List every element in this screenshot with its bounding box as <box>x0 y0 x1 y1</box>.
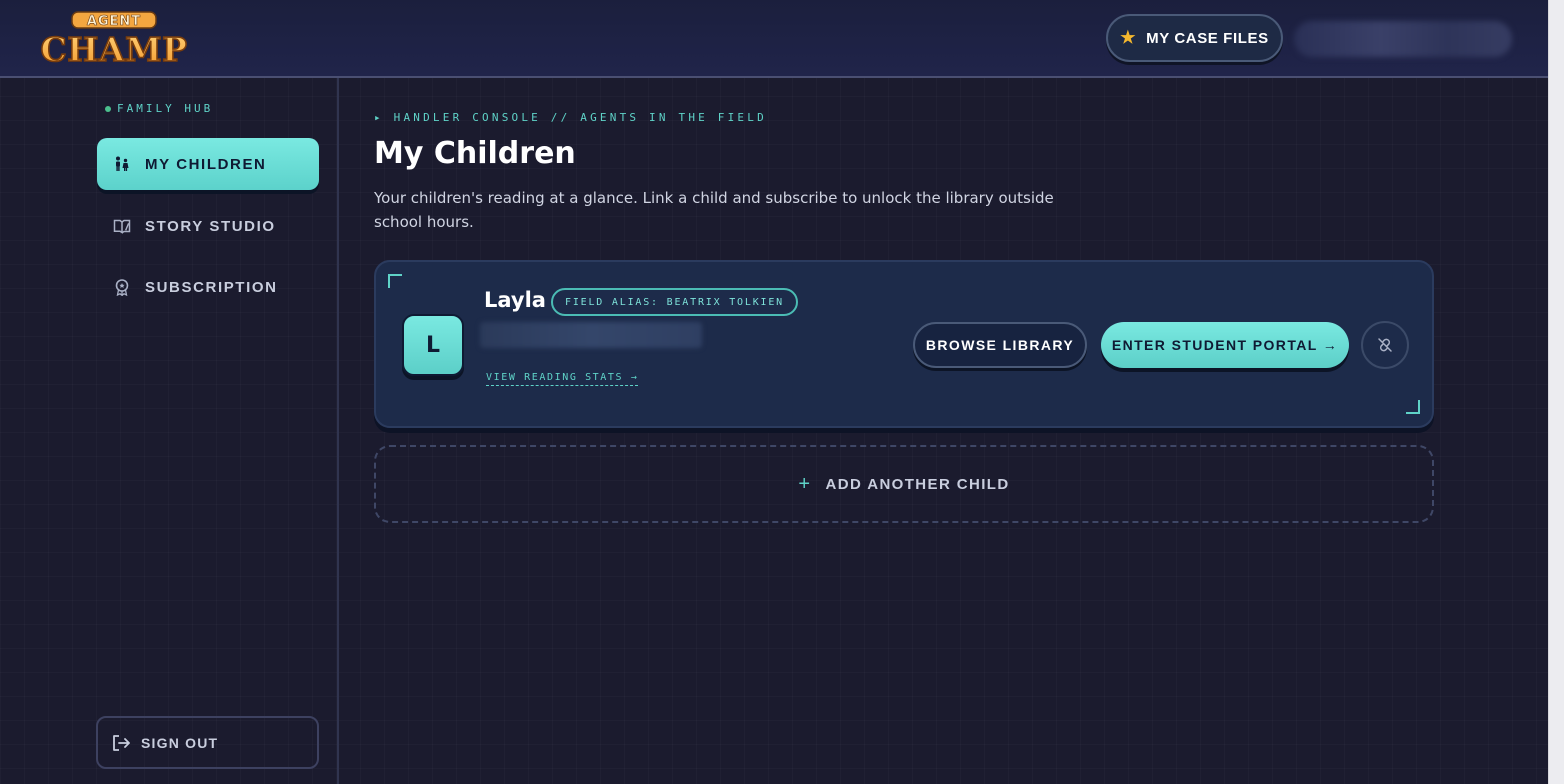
sidebar-item-subscription[interactable]: SUBSCRIPTION <box>97 261 319 313</box>
status-dot-icon <box>105 105 111 112</box>
enter-student-portal-button[interactable]: ENTER STUDENT PORTAL → <box>1101 322 1349 368</box>
child-avatar: L <box>402 314 464 376</box>
page-title: My Children <box>374 136 576 171</box>
breadcrumb: ▸ HANDLER CONSOLE // AGENTS IN THE FIELD <box>374 111 767 124</box>
sidebar-item-label: SUBSCRIPTION <box>145 278 278 296</box>
sidebar: FAMILY HUB MY CHILDREN STORY STUDIO SUBS… <box>0 78 339 784</box>
logo-bottom-text: CHAMP <box>41 30 188 69</box>
star-icon: ★ <box>1120 28 1137 47</box>
unlink-icon <box>1378 338 1392 352</box>
corner-bracket-decoration <box>1406 400 1420 414</box>
add-child-label: ADD ANOTHER CHILD <box>825 475 1010 493</box>
logo-top-text: AGENT <box>87 14 141 29</box>
sidebar-item-my-children[interactable]: MY CHILDREN <box>97 138 319 190</box>
sign-out-label: SIGN OUT <box>141 734 219 751</box>
agent-champ-logo[interactable]: AGENT CHAMP <box>34 9 194 69</box>
unlink-child-button[interactable] <box>1361 321 1409 369</box>
browse-library-button[interactable]: BROWSE LIBRARY <box>913 322 1087 368</box>
sidebar-item-story-studio[interactable]: STORY STUDIO <box>97 200 319 252</box>
field-alias-badge: FIELD ALIAS: BEATRIX TOLKIEN <box>551 288 798 316</box>
sign-out-icon <box>113 734 130 751</box>
account-info-redacted[interactable] <box>1294 21 1512 57</box>
sidebar-item-label: STORY STUDIO <box>145 217 276 235</box>
corner-bracket-decoration <box>388 274 402 288</box>
sign-out-button[interactable]: SIGN OUT <box>96 716 319 769</box>
top-header: AGENT CHAMP ★ MY CASE FILES <box>0 0 1548 78</box>
sidebar-section-label: FAMILY HUB <box>105 102 213 115</box>
add-another-child-button[interactable]: + ADD ANOTHER CHILD <box>374 445 1434 523</box>
scrollbar[interactable] <box>1548 0 1564 784</box>
plus-icon: + <box>798 472 812 495</box>
book-pen-icon <box>113 219 131 234</box>
child-details-redacted <box>480 322 702 348</box>
sidebar-item-label: MY CHILDREN <box>145 155 267 173</box>
section-label-text: FAMILY HUB <box>117 102 214 115</box>
family-icon <box>116 156 129 171</box>
view-reading-stats-link[interactable]: VIEW READING STATS → <box>486 372 639 386</box>
my-case-files-button[interactable]: ★ MY CASE FILES <box>1106 14 1283 62</box>
page-description: Your children's reading at a glance. Lin… <box>374 189 1054 231</box>
child-card: L Layla FIELD ALIAS: BEATRIX TOLKIEN VIE… <box>374 260 1434 428</box>
case-files-label: MY CASE FILES <box>1146 29 1269 47</box>
logo-graphic: AGENT CHAMP <box>40 11 188 69</box>
child-name: Layla <box>484 288 546 312</box>
badge-icon <box>115 279 129 296</box>
